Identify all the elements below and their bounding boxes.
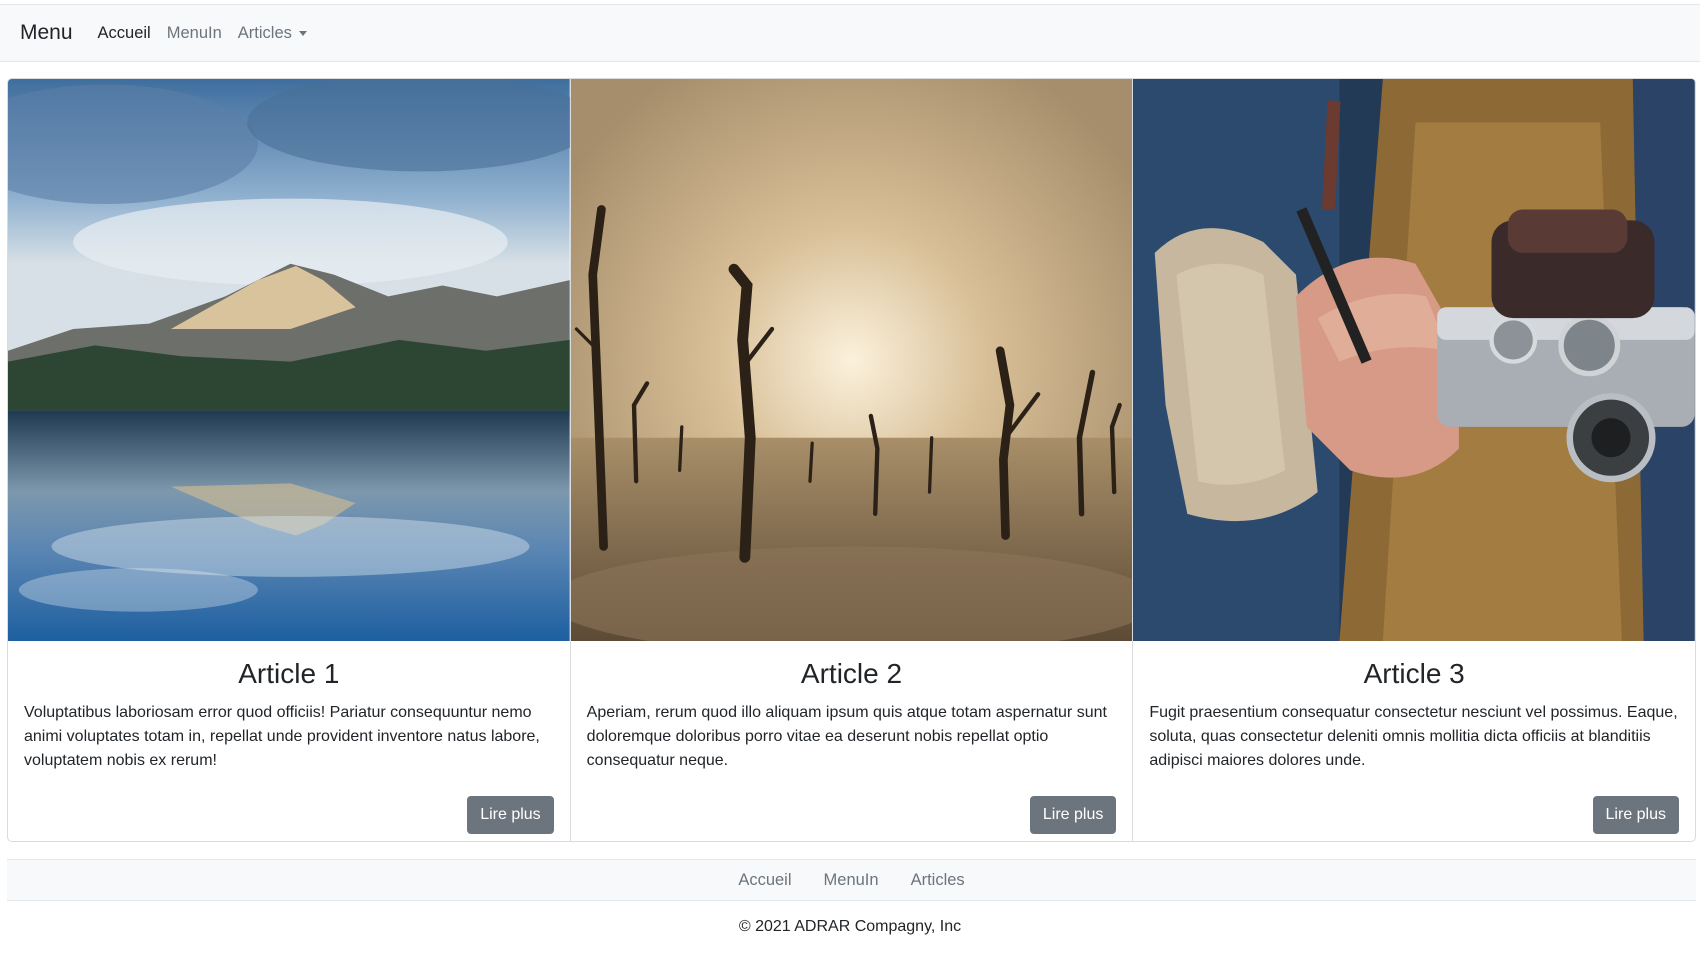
read-more-button[interactable]: Lire plus	[467, 796, 554, 834]
caret-down-icon	[298, 31, 307, 36]
footer-link-articles[interactable]: Articles	[911, 871, 965, 890]
top-navbar: Menu Accueil MenuIn Articles	[0, 4, 1700, 62]
nav-dropdown-articles-label: Articles	[237, 23, 292, 42]
article-card-group: Article 1 Voluptatibus laboriosam error …	[7, 78, 1696, 842]
nav-dropdown-articles[interactable]: Articles	[238, 24, 307, 43]
dead-trees-image	[570, 79, 1133, 641]
article-title: Article 2	[800, 658, 903, 689]
nav-link-menuin[interactable]: MenuIn	[167, 24, 222, 43]
article-card-2: Article 2 Aperiam, rerum quod illo aliqu…	[570, 79, 1134, 841]
nav-link-accueil[interactable]: Accueil	[98, 24, 151, 43]
camera-hand-image	[1133, 79, 1695, 641]
article-title: Article 1	[238, 658, 340, 689]
article-card-3: Article 3 Fugit praesentium consequatur …	[1133, 79, 1695, 841]
article-text: Fugit praesentium consequatur consectetu…	[1149, 703, 1678, 769]
article-title: Article 3	[1363, 658, 1465, 689]
navbar-brand[interactable]: Menu	[20, 21, 73, 45]
mountain-lake-image	[8, 79, 570, 641]
article-text: Aperiam, rerum quod illo aliquam ipsum q…	[586, 703, 1107, 769]
copyright-text: © 2021 ADRAR Compagny, Inc	[738, 918, 962, 935]
read-more-button[interactable]: Lire plus	[1592, 796, 1680, 834]
footer-link-menuin[interactable]: MenuIn	[824, 871, 879, 890]
footer-navbar: Accueil MenuIn Articles	[7, 859, 1696, 901]
footer-link-accueil[interactable]: Accueil	[738, 871, 791, 890]
read-more-button[interactable]: Lire plus	[1029, 796, 1117, 834]
article-text: Voluptatibus laboriosam error quod offic…	[24, 703, 540, 769]
article-card-1: Article 1 Voluptatibus laboriosam error …	[8, 79, 571, 841]
